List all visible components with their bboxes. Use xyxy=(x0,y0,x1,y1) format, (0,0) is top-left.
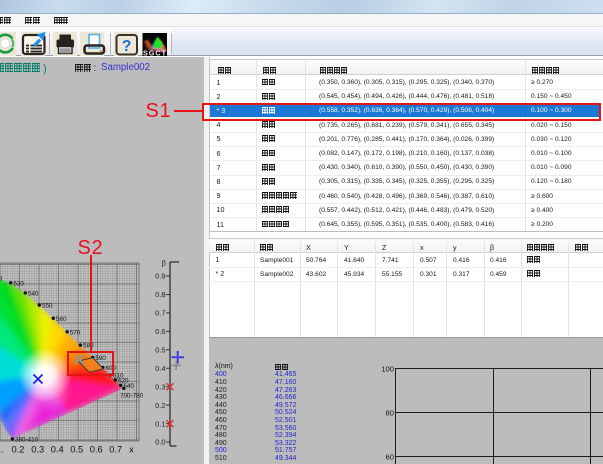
svg-text:SGCT: SGCT xyxy=(143,49,167,57)
svg-text:0.7: 0.7 xyxy=(155,309,165,318)
svg-text:0.4: 0.4 xyxy=(51,445,64,455)
svg-text:x: x xyxy=(129,445,134,455)
svg-text:0.8: 0.8 xyxy=(155,290,165,299)
svg-text:380-410: 380-410 xyxy=(15,437,39,444)
svg-text:550: 550 xyxy=(42,303,53,310)
svg-text:640: 640 xyxy=(123,383,134,390)
svg-text:β: β xyxy=(162,259,167,268)
svg-text:700-780: 700-780 xyxy=(120,393,144,400)
svg-text:0.7: 0.7 xyxy=(109,445,122,455)
svg-text:560: 560 xyxy=(56,316,67,323)
svg-text:0.0: 0.0 xyxy=(155,438,165,447)
svg-text:.: . xyxy=(1,445,4,455)
svg-text:570: 570 xyxy=(70,329,81,336)
svg-text:0.2: 0.2 xyxy=(155,401,165,410)
svg-text:0.6: 0.6 xyxy=(90,445,103,455)
svg-text:540: 540 xyxy=(28,291,39,298)
svg-text:100: 100 xyxy=(381,364,394,373)
svg-text:530: 530 xyxy=(13,280,24,287)
svg-text:0.5: 0.5 xyxy=(155,346,165,355)
svg-text:60: 60 xyxy=(386,452,394,461)
svg-text:0.2: 0.2 xyxy=(12,445,25,455)
svg-text:0.5: 0.5 xyxy=(70,445,83,455)
svg-text:0.9: 0.9 xyxy=(155,272,165,281)
svg-text:0.3: 0.3 xyxy=(31,445,44,455)
svg-text:80: 80 xyxy=(386,408,394,417)
svg-text:0.4: 0.4 xyxy=(155,364,165,373)
svg-text:0.6: 0.6 xyxy=(155,327,165,336)
svg-text:0.3: 0.3 xyxy=(155,382,165,391)
svg-text:0.1: 0.1 xyxy=(155,419,165,428)
svg-text:?: ? xyxy=(122,38,132,55)
